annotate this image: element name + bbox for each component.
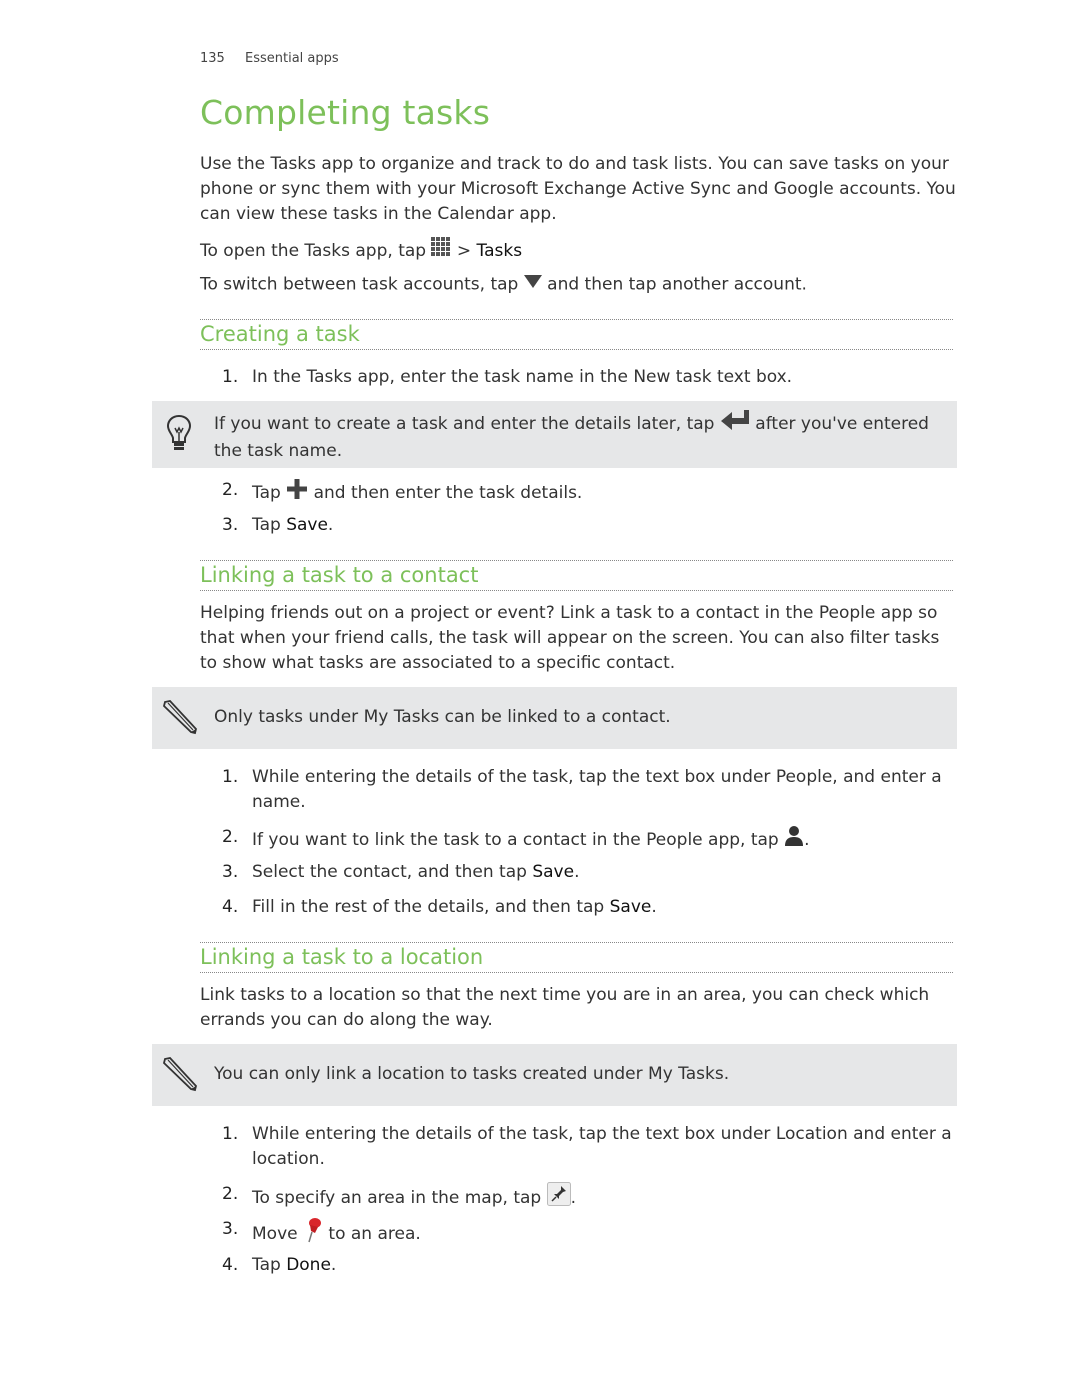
pencil-icon [162,699,198,739]
plus-icon [286,478,308,508]
lightbulb-icon [166,414,192,456]
divider [200,319,953,320]
tasks-app-name: Tasks [476,241,523,261]
dropdown-triangle-icon [523,272,542,297]
page-number: 135 [200,51,225,66]
tip-text: If you want to create a task and enter t… [214,409,949,464]
all-apps-grid-icon [431,236,451,266]
pencil-icon [162,1056,198,1096]
note-box: Only tasks under My Tasks can be linked … [152,687,957,749]
divider [200,972,953,973]
section-name: Essential apps [245,51,339,66]
person-icon [784,825,804,855]
enter-return-icon [720,409,750,439]
divider [200,942,953,943]
contact-intro-paragraph: Helping friends out on a project or even… [200,603,940,673]
location-intro-paragraph: Link tasks to a location so that the nex… [200,985,930,1030]
divider [200,590,953,591]
note-text: Only tasks under My Tasks can be linked … [214,707,671,727]
open-tasks-line: To open the Tasks app, tap > Tasks [200,236,960,266]
pin-map-button-icon [546,1182,571,1214]
section-heading-linking-location: Linking a task to a location [200,945,484,969]
divider [200,349,953,350]
page-header: 135 Essential apps [200,51,339,66]
switch-accounts-line: To switch between task accounts, tap and… [200,272,960,298]
note-text: You can only link a location to tasks cr… [214,1064,730,1084]
divider [200,560,953,561]
tip-box: If you want to create a task and enter t… [152,401,957,468]
red-pushpin-icon [303,1217,323,1251]
note-box: You can only link a location to tasks cr… [152,1044,957,1106]
intro-paragraph: Use the Tasks app to organize and track … [200,154,956,224]
page-title: Completing tasks [200,93,491,132]
section-heading-linking-contact: Linking a task to a contact [200,563,479,587]
section-heading-creating-task: Creating a task [200,322,360,346]
